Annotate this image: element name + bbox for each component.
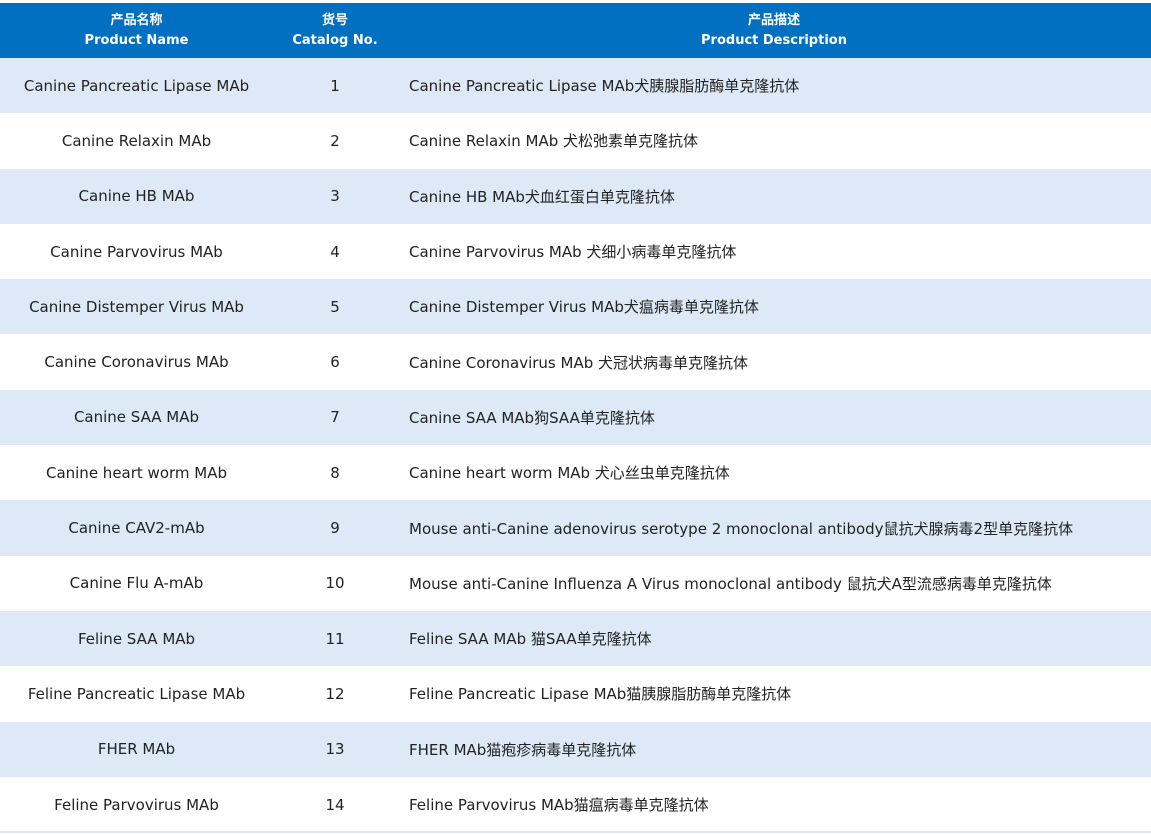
product-name-cell: Canine CAV2-mAb	[68, 519, 205, 538]
product-name-cell: Canine Parvovirus MAb	[50, 242, 223, 261]
product-description-cell: Canine Pancreatic Lipase MAb犬胰腺脂肪酶单克隆抗体	[409, 77, 800, 96]
product-description-cell: FHER MAb猫疱疹病毒单克隆抗体	[409, 740, 637, 759]
table-row: Canine Relaxin MAb 2 Canine Relaxin MAb 犬松…	[0, 113, 1151, 169]
table-body: Canine Pancreatic Lipase MAb 1 Canine Panc…	[0, 58, 1151, 833]
product-description-cell: Feline Parvovirus MAb猫瘟病毒单克隆抗体	[409, 796, 709, 814]
catalog-no-cell: 3	[330, 187, 340, 206]
catalog-no-cell: 5	[330, 297, 340, 316]
table-row: Canine heart worm MAb 8 Canine heart worm …	[0, 445, 1151, 501]
product-description-cell: Canine SAA MAb狗SAA单克隆抗体	[409, 408, 655, 427]
catalog-no-cell: 10	[325, 574, 345, 593]
product-name-cell: Canine Flu A-mAb	[69, 574, 204, 593]
header-catalog-no-cn: 货号	[321, 12, 348, 28]
table-row: Canine SAA MAb 7 Canine SAA MAb狗SAA单克隆抗体	[0, 389, 1151, 446]
table-row: Feline SAA MAb 11 Feline SAA MAb 猫SAA单克隆抗体	[0, 610, 1151, 667]
catalog-no-cell: 7	[330, 408, 340, 427]
product-description-cell: Mouse anti-Canine adenovirus serotype 2 …	[409, 519, 1074, 538]
product-table: 产品名称 Product Name 货号 Catalog No. 产品描述 Pr…	[0, 0, 1151, 834]
table-row: FHER MAb 13 FHER MAb猫疱疹病毒单克隆抗体	[0, 721, 1151, 777]
header-catalog-no-en: Catalog No.	[292, 32, 378, 48]
table-row: Canine CAV2-mAb 9 Mouse anti-Canine adenov…	[0, 500, 1151, 556]
table-header: 产品名称 Product Name 货号 Catalog No. 产品描述 Pr…	[0, 0, 1151, 58]
product-name-cell: Canine heart worm MAb	[45, 463, 228, 482]
table-row: Feline Parvovirus MAb 14 Feline Parvovirus…	[0, 776, 1151, 833]
product-name-cell: FHER MAb	[97, 740, 176, 759]
product-description-cell: Feline Pancreatic Lipase MAb猫胰腺脂肪酶单克隆抗体	[409, 685, 792, 704]
table-row: Canine Distemper Virus MAb 5 Canine Distem…	[0, 279, 1151, 335]
product-name-cell: Canine Relaxin MAb	[61, 131, 212, 150]
catalog-no-cell: 12	[325, 684, 345, 703]
product-name-cell: Canine HB MAb	[78, 187, 195, 206]
product-description-cell: Canine Relaxin MAb 犬松弛素单克隆抗体	[409, 132, 698, 151]
product-name-cell: Feline SAA MAb	[77, 629, 196, 648]
catalog-no-cell: 1	[330, 76, 340, 95]
product-description-cell: Canine HB MAb犬血红蛋白单克隆抗体	[409, 187, 675, 206]
table-row: Feline Pancreatic Lipase MAb 12 Feline Pan…	[0, 666, 1151, 722]
catalog-no-cell: 13	[325, 740, 345, 759]
catalog-no-cell: 11	[325, 629, 345, 648]
header-product-description-cn: 产品描述	[747, 12, 800, 28]
product-description-cell: Canine Coronavirus MAb 犬冠状病毒单克隆抗体	[409, 353, 749, 372]
catalog-no-cell: 2	[330, 131, 340, 150]
header-product-name-cn: 产品名称	[110, 12, 163, 28]
product-description-cell: Canine Parvovirus MAb 犬细小病毒单克隆抗体	[409, 243, 737, 262]
table-row: Canine Parvovirus MAb 4 Canine Parvovirus …	[0, 223, 1151, 280]
product-name-cell: Canine Coronavirus MAb	[44, 353, 229, 372]
catalog-no-cell: 8	[330, 463, 340, 482]
table-row: Canine Flu A-mAb 10 Mouse anti-Canine Infl…	[0, 555, 1151, 611]
header-product-description: 产品描述 Product Description	[397, 3, 1151, 58]
catalog-no-cell: 14	[325, 795, 345, 814]
product-name-cell: Canine SAA MAb	[73, 408, 200, 427]
product-description-cell: Mouse anti-Canine Influenza A Virus mono…	[409, 574, 1052, 593]
header-product-description-en: Product Description	[701, 32, 847, 48]
table-bottom-divider	[0, 831, 1151, 833]
product-description-cell: Canine Distemper Virus MAb犬瘟病毒单克隆抗体	[409, 298, 759, 317]
header-catalog-no: 货号 Catalog No.	[273, 3, 397, 58]
catalog-no-cell: 9	[330, 519, 340, 538]
header-product-name: 产品名称 Product Name	[0, 3, 273, 58]
product-name-cell: Canine Distemper Virus MAb	[29, 297, 244, 316]
table-row: Canine Coronavirus MAb 6 Canine Coronaviru…	[0, 334, 1151, 390]
catalog-no-cell: 4	[330, 242, 340, 261]
product-name-cell: Feline Pancreatic Lipase MAb	[27, 684, 246, 703]
catalog-no-cell: 6	[330, 353, 340, 372]
product-name-cell: Feline Parvovirus MAb	[54, 795, 219, 814]
product-description-cell: Canine heart worm MAb 犬心丝虫单克隆抗体	[409, 464, 730, 483]
table-row: Canine Pancreatic Lipase MAb 1 Canine Panc…	[0, 58, 1151, 114]
product-name-cell: Canine Pancreatic Lipase MAb	[23, 76, 250, 95]
table-row: Canine HB MAb 3 Canine HB MAb犬血红蛋白单克隆抗体	[0, 168, 1151, 224]
header-product-name-en: Product Name	[84, 32, 189, 48]
product-description-cell: Feline SAA MAb 猫SAA单克隆抗体	[409, 630, 652, 649]
